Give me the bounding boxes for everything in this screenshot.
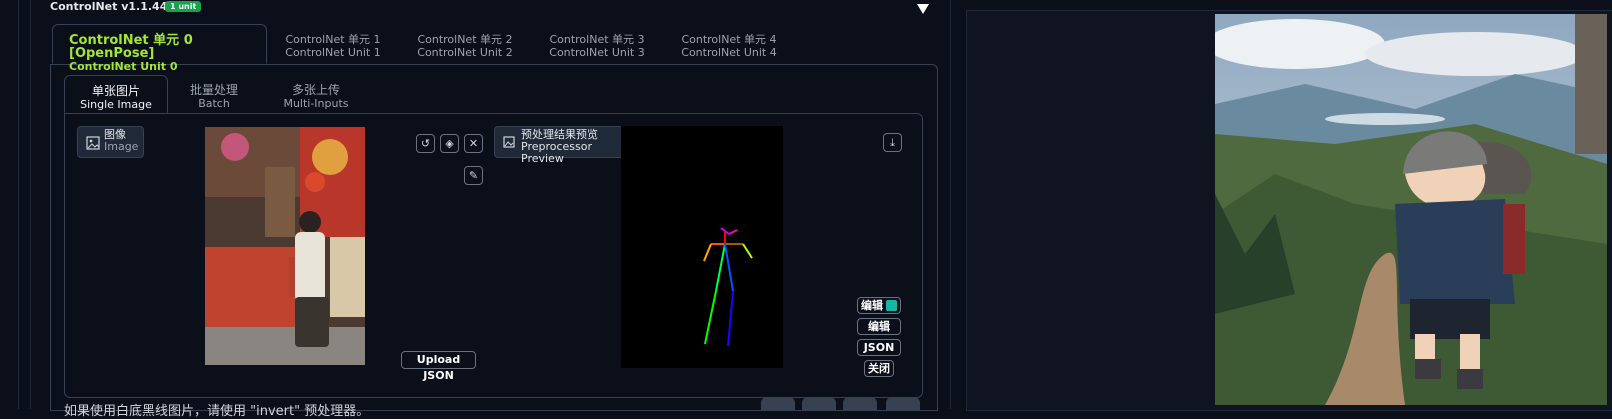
tab-controlnet-unit-1[interactable]: ControlNet 单元 1 ControlNet Unit 1 [278,24,388,64]
input-image[interactable] [205,127,365,365]
edit-openpose-button[interactable]: 编辑 [857,297,901,314]
tab-controlnet-unit-0[interactable]: ControlNet 单元 0 [OpenPose] ControlNet Un… [52,24,267,73]
unit-count-badge: 1 unit [165,1,202,12]
image-label: 图像 Image [77,126,144,158]
preprocessor-preview-label: 预处理结果预览 Preprocessor Preview [494,126,638,165]
generated-image[interactable] [1215,14,1607,405]
edit-button[interactable]: 编辑 [857,318,901,335]
invert-hint-text: 如果使用白底黑线图片，请使用 "invert" 预处理器。 [64,404,370,419]
image-icon [503,136,515,148]
tab-controlnet-unit-2[interactable]: ControlNet 单元 2 ControlNet Unit 2 [410,24,520,64]
undo-icon[interactable]: ↺ [416,134,435,153]
openpose-editor-icon [886,300,897,311]
tab-controlnet-unit-4[interactable]: ControlNet 单元 4 ControlNet Unit 4 [674,24,784,64]
tab-single-image[interactable]: 单张图片 Single Image [64,75,168,113]
tab-controlnet-unit-3[interactable]: ControlNet 单元 3 ControlNet Unit 3 [542,24,652,64]
image-icon [86,136,100,150]
download-icon[interactable]: ⤓ [883,133,902,152]
tab-multi-inputs[interactable]: 多张上传 Multi-Inputs [266,75,366,113]
close-preview-button[interactable]: 关闭 [864,360,894,377]
tab-batch[interactable]: 批量处理 Batch [176,75,252,113]
json-button[interactable]: JSON [857,339,901,356]
upload-json-button[interactable]: Upload JSON [401,351,476,382]
eraser-icon[interactable]: ◈ [440,134,459,153]
brush-icon[interactable]: ✎ [464,166,483,185]
close-icon[interactable]: ✕ [464,134,483,153]
collapse-triangle-icon[interactable] [917,4,929,14]
accordion-title[interactable]: ControlNet v1.1.449 [50,0,175,13]
openpose-preview-image [621,126,783,368]
